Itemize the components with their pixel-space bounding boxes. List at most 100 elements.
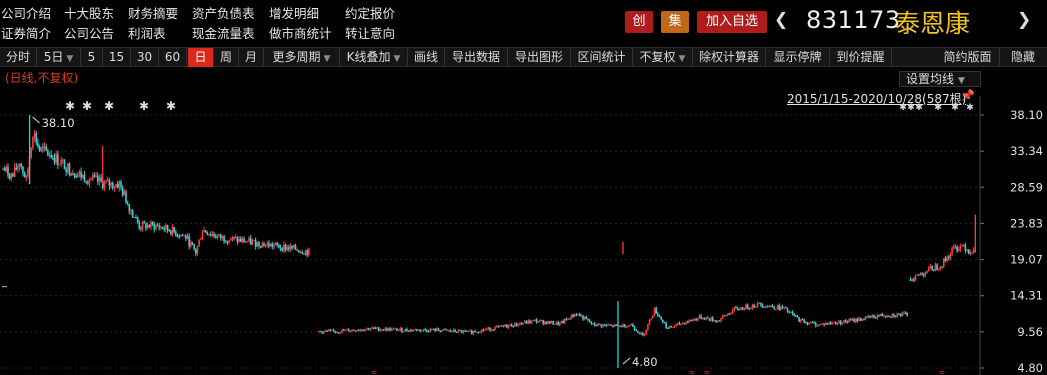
link-company-intro[interactable]: 公司介绍 <box>1 3 51 22</box>
candle-body <box>100 177 102 182</box>
link-transfer-intent[interactable]: 转让意向 <box>345 23 395 42</box>
candle-body <box>178 235 180 237</box>
candle-body <box>859 318 862 321</box>
candle-body <box>791 311 794 314</box>
candle-body <box>926 271 928 273</box>
event-star-icon: ✱ <box>104 99 114 113</box>
candle-body <box>37 142 39 146</box>
candle-body <box>861 319 864 321</box>
range-stats-button[interactable]: 区间统计 <box>571 48 633 67</box>
candle-body <box>18 164 21 167</box>
tab-5min[interactable]: 5 <box>81 48 103 67</box>
candle-body <box>465 330 468 332</box>
kline-overlay-dropdown[interactable]: K线叠加 ▼ <box>340 48 408 67</box>
candle-body <box>878 315 880 317</box>
candle-body <box>851 319 854 321</box>
candle-body <box>743 309 746 311</box>
candle-body <box>224 241 227 243</box>
tab-daily[interactable]: 日 <box>188 48 214 67</box>
link-company-announcements[interactable]: 公司公告 <box>64 23 114 42</box>
candle-body <box>421 330 423 332</box>
candle-body <box>53 158 56 163</box>
ex-rights-calculator-button[interactable]: 除权计算器 <box>693 48 766 67</box>
candle-body <box>592 323 594 325</box>
candle-body <box>911 279 913 282</box>
candle-body <box>620 325 623 328</box>
candle-body <box>254 239 257 247</box>
export-graphic-button[interactable]: 导出图形 <box>508 48 571 67</box>
candle-body <box>497 326 500 328</box>
candle-body <box>605 324 608 326</box>
candle-body <box>296 249 298 251</box>
candle-body <box>57 154 59 165</box>
set-ma-dropdown[interactable]: 设置均线 ▼ <box>899 71 981 87</box>
candle-body <box>75 175 77 178</box>
candle-body <box>899 313 902 316</box>
stock-name: 泰恩康 <box>895 9 971 38</box>
candle-body <box>357 330 360 332</box>
candle-body <box>557 322 559 325</box>
event-marker-icon: ≈ <box>689 368 696 375</box>
candle-body <box>303 253 305 255</box>
candle-body <box>598 323 601 325</box>
candle-body <box>703 317 706 320</box>
candle-body <box>495 326 498 328</box>
more-periods-dropdown[interactable]: 更多周期 ▼ <box>264 48 340 67</box>
tab-30min[interactable]: 30 <box>131 48 159 67</box>
candle-body <box>337 332 340 334</box>
candle-body <box>849 319 852 321</box>
candle-body <box>221 236 224 239</box>
adjust-dropdown[interactable]: 不复权 ▼ <box>633 48 693 67</box>
link-cash-flow[interactable]: 现金流量表 <box>192 23 255 42</box>
candle-body <box>633 326 636 330</box>
candle-body <box>848 319 850 323</box>
kline-chart[interactable]: ✱ ✱ ✱ ✱ ✱ ✱ ✱ ✱ ✱ ✱ ✱≈ ≈ ≈ ≈ 38.1033.3428.5923.8319.0… <box>0 96 1047 375</box>
candle-body <box>823 323 825 326</box>
candle-body <box>913 279 915 281</box>
hide-button[interactable]: 隐藏 <box>1003 48 1043 67</box>
tab-60min[interactable]: 60 <box>159 48 187 67</box>
next-stock-arrow-icon[interactable]: ❯ <box>1017 10 1031 30</box>
simple-layout-button[interactable]: 简约版面 <box>936 48 1000 67</box>
export-data-button[interactable]: 导出数据 <box>445 48 508 67</box>
candle-body <box>504 324 506 327</box>
event-star-icon: ✱ <box>951 103 959 113</box>
link-balance-sheet[interactable]: 资产负债表 <box>192 3 255 22</box>
candle-body <box>284 244 287 250</box>
candle-body <box>494 327 496 331</box>
candle-body <box>898 313 900 315</box>
link-agreed-quote[interactable]: 约定报价 <box>345 3 395 22</box>
candle-body <box>720 318 722 321</box>
prev-stock-arrow-icon[interactable]: ❮ <box>774 10 788 30</box>
candle-body <box>386 328 388 331</box>
candle-body <box>677 322 679 325</box>
link-additional-issue[interactable]: 增发明细 <box>269 3 319 22</box>
tab-15min[interactable]: 15 <box>103 48 131 67</box>
add-watchlist-button[interactable]: 加入自选 <box>697 11 767 33</box>
tab-weekly[interactable]: 周 <box>214 48 239 67</box>
show-suspension-button[interactable]: 显示停牌 <box>766 48 830 67</box>
candle-body <box>244 241 247 243</box>
link-market-maker-stats[interactable]: 做市商统计 <box>269 23 332 42</box>
candle-body <box>170 231 172 235</box>
candle-body <box>470 330 473 334</box>
tab-monthly[interactable]: 月 <box>239 48 264 67</box>
candle-body <box>125 191 127 203</box>
link-financial-summary[interactable]: 财务摘要 <box>128 3 178 22</box>
candle-body <box>519 323 521 325</box>
tab-intraday[interactable]: 分时 <box>0 48 37 67</box>
link-security-brief[interactable]: 证券简介 <box>1 23 51 42</box>
link-top-shareholders[interactable]: 十大股东 <box>64 3 114 22</box>
event-star-icon: ✱ <box>915 103 923 113</box>
candle-body <box>105 181 107 183</box>
candle-body <box>477 331 480 333</box>
tab-5day[interactable]: 5日 ▼ <box>37 48 81 67</box>
candle-body <box>45 146 48 151</box>
candle-body <box>828 322 830 325</box>
price-alert-button[interactable]: 到价提醒 <box>830 48 892 67</box>
stock-code: 831173 <box>806 6 901 34</box>
draw-line-button[interactable]: 画线 <box>408 48 445 67</box>
candle-body <box>602 324 604 327</box>
candle-body <box>15 167 18 170</box>
link-income-statement[interactable]: 利润表 <box>128 23 166 42</box>
